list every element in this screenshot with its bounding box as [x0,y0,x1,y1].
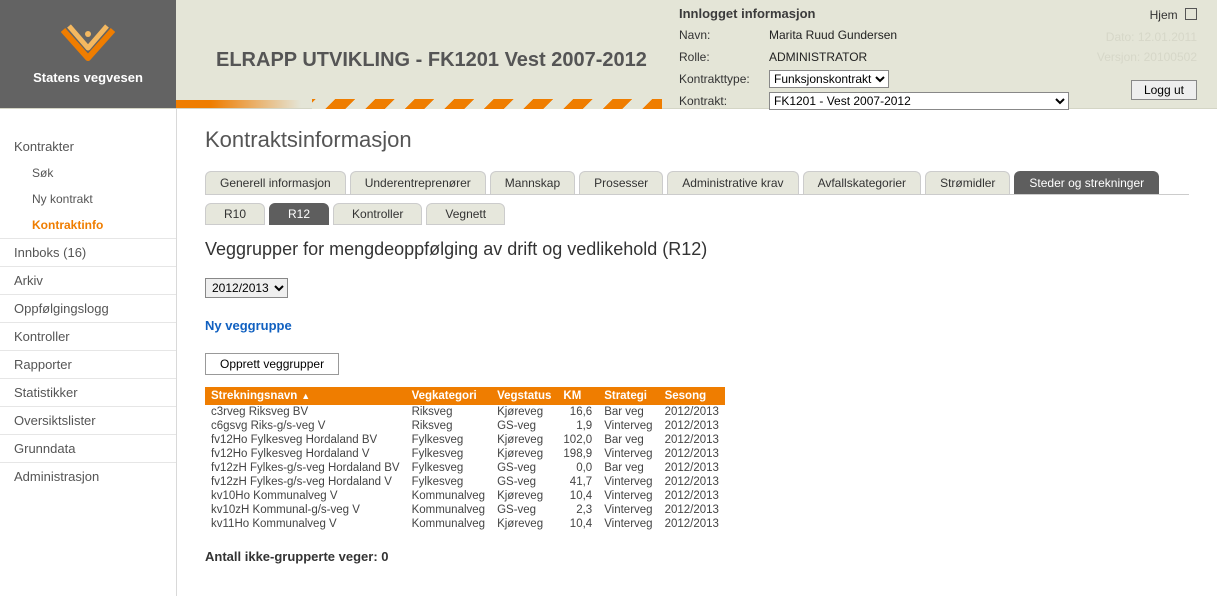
logout-button[interactable]: Logg ut [1131,80,1197,100]
versjon-display: Versjon: 20100502 [1097,50,1197,64]
label-kontrakt: Kontrakt: [679,94,769,108]
sidebar-item-administrasjon[interactable]: Administrasjon [0,462,176,490]
sidebar-item-kontroller[interactable]: Kontroller [0,322,176,350]
tab-mannskap[interactable]: Mannskap [490,171,575,194]
table-row[interactable]: kv10Ho Kommunalveg VKommunalvegKjøreveg1… [205,489,725,503]
org-logo-block: Statens vegvesen [0,0,176,108]
value-navn: Marita Ruud Gundersen [769,28,897,42]
col-sesong[interactable]: Sesong [659,387,725,405]
sidebar-item-rapporter[interactable]: Rapporter [0,350,176,378]
label-navn: Navn: [679,28,769,42]
tab-generell-informasjon[interactable]: Generell informasjon [205,171,346,194]
col-strekningsnavn[interactable]: Strekningsnavn [205,387,406,405]
year-select[interactable]: 2012/2013 [205,278,288,298]
sub-tabs: R10R12KontrollerVegnett [205,203,1189,225]
sidebar-item-innboks[interactable]: Innboks (16) [0,238,176,266]
table-row[interactable]: fv12Ho Fylkesveg Hordaland VFylkesvegKjø… [205,447,725,461]
sidebar-item-sok[interactable]: Søk [0,160,176,186]
ungrouped-count: Antall ikke-grupperte veger: 0 [205,549,1189,564]
tab-avfallskategorier[interactable]: Avfallskategorier [803,171,922,194]
table-row[interactable]: fv12zH Fylkes-g/s-veg Hordaland VFylkesv… [205,475,725,489]
dato-display: Dato: 12.01.2011 [1106,30,1197,44]
maximize-icon[interactable] [1185,8,1197,20]
tab-str-midler[interactable]: Strømidler [925,171,1010,194]
col-vegstatus[interactable]: Vegstatus [491,387,557,405]
primary-tabs: Generell informasjonUnderentreprenørerMa… [205,171,1189,195]
sidebar-item-statistikker[interactable]: Statistikker [0,378,176,406]
label-rolle: Rolle: [679,50,769,64]
sidebar-item-grunndata[interactable]: Grunndata [0,434,176,462]
tab-prosesser[interactable]: Prosesser [579,171,663,194]
info-title: Innlogget informasjon [679,6,1199,21]
table-row[interactable]: c3rveg Riksveg BVRiksvegKjøreveg16,6Bar … [205,405,725,419]
app-title: ELRAPP UTVIKLING - FK1201 Vest 2007-2012 [216,49,661,72]
table-row[interactable]: kv10zH Kommunal-g/s-veg VKommunalvegGS-v… [205,503,725,517]
sidebar-item-nykontrakt[interactable]: Ny kontrakt [0,186,176,212]
value-rolle: ADMINISTRATOR [769,50,867,64]
subtab-vegnett[interactable]: Vegnett [426,203,505,225]
subtab-r10[interactable]: R10 [205,203,265,225]
org-logo-icon [61,24,115,64]
section-title: Veggrupper for mengdeoppfølging av drift… [205,239,1189,260]
home-link[interactable]: Hjem [1150,8,1197,22]
veggrupper-table: StrekningsnavnVegkategoriVegstatusKMStra… [205,387,725,531]
sidebar-item-oversiktslister[interactable]: Oversiktslister [0,406,176,434]
label-kontrakttype: Kontrakttype: [679,72,769,86]
page-title: Kontraktsinformasjon [205,127,1189,153]
table-row[interactable]: c6gsvg Riks-g/s-veg VRiksvegGS-veg1,9Vin… [205,419,725,433]
org-name: Statens vegvesen [33,70,143,85]
sidebar-item-kontrakter[interactable]: Kontrakter [0,133,176,160]
new-veggruppe-link[interactable]: Ny veggruppe [205,318,292,333]
tab-steder-og-strekninger[interactable]: Steder og strekninger [1014,171,1159,194]
logged-in-info-panel: Innlogget informasjon Hjem Dato: 12.01.2… [661,0,1217,108]
sidebar-item-kontraktinfo[interactable]: Kontraktinfo [0,212,176,238]
tab-administrative-krav[interactable]: Administrative krav [667,171,798,194]
subtab-kontroller[interactable]: Kontroller [333,203,422,225]
subtab-r12[interactable]: R12 [269,203,329,225]
col-strategi[interactable]: Strategi [598,387,658,405]
create-veggrupper-button[interactable]: Opprett veggrupper [205,353,339,375]
content-area: Kontraktsinformasjon Generell informasjo… [177,109,1217,596]
tab-underentrepren-rer[interactable]: Underentreprenører [350,171,486,194]
table-row[interactable]: fv12zH Fylkes-g/s-veg Hordaland BVFylkes… [205,461,725,475]
kontrakt-select[interactable]: FK1201 - Vest 2007-2012 [769,92,1069,110]
col-km[interactable]: KM [557,387,598,405]
kontrakttype-select[interactable]: Funksjonskontrakt [769,70,889,88]
sidebar: Kontrakter Søk Ny kontrakt Kontraktinfo … [0,109,177,596]
col-vegkategori[interactable]: Vegkategori [406,387,492,405]
table-row[interactable]: kv11Ho Kommunalveg VKommunalvegKjøreveg1… [205,517,725,531]
table-row[interactable]: fv12Ho Fylkesveg Hordaland BVFylkesvegKj… [205,433,725,447]
header-stripe [176,100,661,108]
sidebar-item-arkiv[interactable]: Arkiv [0,266,176,294]
sidebar-item-oppfolgingslogg[interactable]: Oppfølgingslogg [0,294,176,322]
